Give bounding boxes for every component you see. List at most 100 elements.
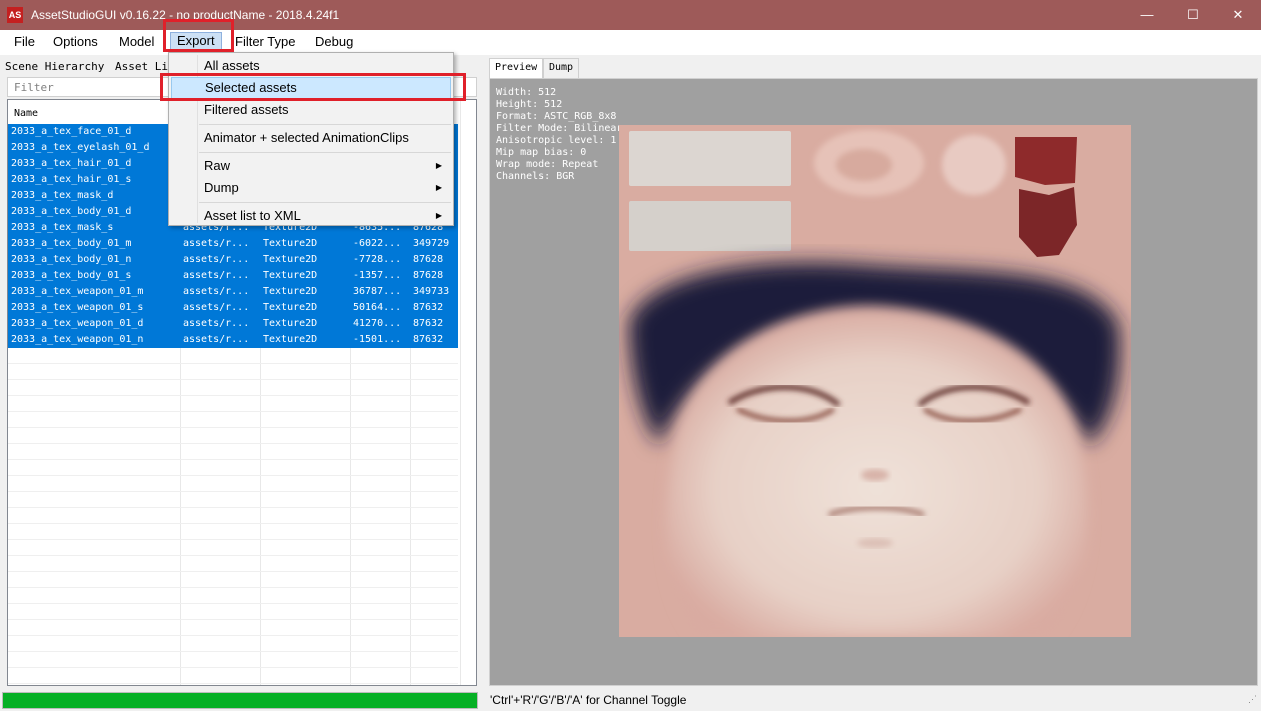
tab-asset-list[interactable]: Asset Lis [115,60,175,73]
cell-pathid: -6022... [353,238,402,249]
cell-type: Texture2D [263,318,318,329]
column-header-name[interactable]: Name [14,108,38,119]
title-bar: AS AssetStudioGUI v0.16.22 - no productN… [0,0,1261,30]
texture-image [619,125,1131,637]
cell-container: assets/r... [183,238,250,249]
info-width: Width: 512 [496,87,557,98]
cell-container: assets/r... [183,318,250,329]
menu-item-label: All assets [204,58,260,73]
info-wrap: Wrap mode: Repeat [496,159,599,170]
texture-preview: Width: 512 Height: 512 Format: ASTC_RGB_8x… [489,78,1258,686]
table-row[interactable]: 2033_a_tex_weapon_01_m assets/r... Texture… [8,284,458,300]
menu-item-selected-assets[interactable]: Selected assets [171,77,451,99]
cell-container: assets/r... [183,334,250,345]
tab-scene-hierarchy[interactable]: Scene Hierarchy [5,60,104,73]
cell-pathid: -7728... [353,254,402,265]
menu-item-filtered-assets[interactable]: Filtered assets [171,99,451,121]
app-icon: AS [7,7,23,23]
menu-item-asset-list-xml[interactable]: Asset list to XML ▶ [171,205,451,227]
empty-row [8,652,458,668]
menu-item-label: Selected assets [205,80,297,95]
menu-item-label: Asset list to XML [204,208,301,223]
cell-size: 87628 [413,270,444,281]
resize-grip-icon[interactable]: ⋰ [1248,694,1257,705]
menu-debug[interactable]: Debug [315,34,353,52]
menu-file[interactable]: File [14,34,35,52]
empty-row [8,428,458,444]
cell-name: 2033_a_tex_weapon_01_s [11,302,144,313]
cell-type: Texture2D [263,270,318,281]
cell-pathid: 41270... [353,318,402,329]
minimize-icon[interactable]: — [1124,0,1170,30]
empty-row [8,604,458,620]
cell-container: assets/r... [183,302,250,313]
window-title: AssetStudioGUI v0.16.22 - no productName… [31,8,340,22]
empty-row [8,668,458,684]
cell-container: assets/r... [183,286,250,297]
submenu-arrow-icon: ▶ [435,211,442,220]
column-divider [460,100,461,685]
menu-separator [199,152,451,153]
empty-row [8,620,458,636]
table-row[interactable]: 2033_a_tex_weapon_01_n assets/r... Texture… [8,332,458,348]
close-icon[interactable]: ✕ [1215,0,1261,30]
cell-pathid: 50164... [353,302,402,313]
menu-item-label: Raw [204,158,231,173]
export-menu: All assets Selected assets Filtered asse… [168,52,454,226]
menu-item-all-assets[interactable]: All assets [171,55,451,77]
table-row[interactable]: 2033_a_tex_weapon_01_d assets/r... Texture… [8,316,458,332]
status-bar: 'Ctrl'+'R'/'G'/'B'/'A' for Channel Toggl… [487,690,1261,711]
table-row[interactable]: 2033_a_tex_body_01_s assets/r... Texture2D… [8,268,458,284]
tab-dump[interactable]: Dump [543,58,580,78]
menu-options[interactable]: Options [53,34,98,52]
cell-size: 87632 [413,318,444,329]
empty-row [8,556,458,572]
cell-type: Texture2D [263,238,318,249]
cell-name: 2033_a_tex_weapon_01_m [11,286,144,297]
info-channels: Channels: BGR [496,171,575,182]
menu-filter-type[interactable]: Filter Type [235,34,295,52]
cell-size: 87628 [413,254,444,265]
cell-container: assets/r... [183,270,250,281]
cell-size: 87632 [413,334,444,345]
empty-row [8,396,458,412]
menu-item-dump[interactable]: Dump ▶ [171,177,451,199]
menu-model[interactable]: Model [119,34,154,52]
status-text: 'Ctrl'+'R'/'G'/'B'/'A' for Channel Toggl… [490,693,687,707]
menu-export[interactable]: Export [170,32,222,50]
progress-fill [3,693,477,708]
tab-preview[interactable]: Preview [489,58,544,78]
cell-name: 2033_a_tex_body_01_d [11,206,132,217]
cell-container: assets/r... [183,254,250,265]
menu-item-label: Animator + selected AnimationClips [204,130,409,145]
cell-type: Texture2D [263,286,318,297]
menu-item-animator-clips[interactable]: Animator + selected AnimationClips [171,127,451,149]
empty-row [8,380,458,396]
empty-row [8,444,458,460]
cell-pathid: 36787... [353,286,402,297]
table-row[interactable]: 2033_a_tex_weapon_01_s assets/r... Texture… [8,300,458,316]
cell-type: Texture2D [263,302,318,313]
info-filter: Filter Mode: Bilinear [496,123,623,134]
cell-name: 2033_a_tex_eyelash_01_d [11,142,150,153]
empty-row [8,572,458,588]
cell-pathid: -1357... [353,270,402,281]
info-format: Format: ASTC_RGB_8x8 [496,111,617,122]
menu-separator [199,202,451,203]
empty-row [8,540,458,556]
progress-bar [2,692,478,709]
table-row[interactable]: 2033_a_tex_body_01_m assets/r... Texture2D… [8,236,458,252]
empty-row [8,524,458,540]
cell-name: 2033_a_tex_mask_d [11,190,114,201]
empty-row [8,476,458,492]
cell-name: 2033_a_tex_weapon_01_d [11,318,144,329]
empty-row [8,588,458,604]
empty-row [8,492,458,508]
cell-name: 2033_a_tex_body_01_m [11,238,132,249]
maximize-icon[interactable]: ☐ [1170,0,1216,30]
menu-item-raw[interactable]: Raw ▶ [171,155,451,177]
table-row[interactable]: 2033_a_tex_body_01_n assets/r... Texture2D… [8,252,458,268]
cell-size: 349733 [413,286,450,297]
info-height: Height: 512 [496,99,563,110]
cell-name: 2033_a_tex_hair_01_d [11,158,132,169]
